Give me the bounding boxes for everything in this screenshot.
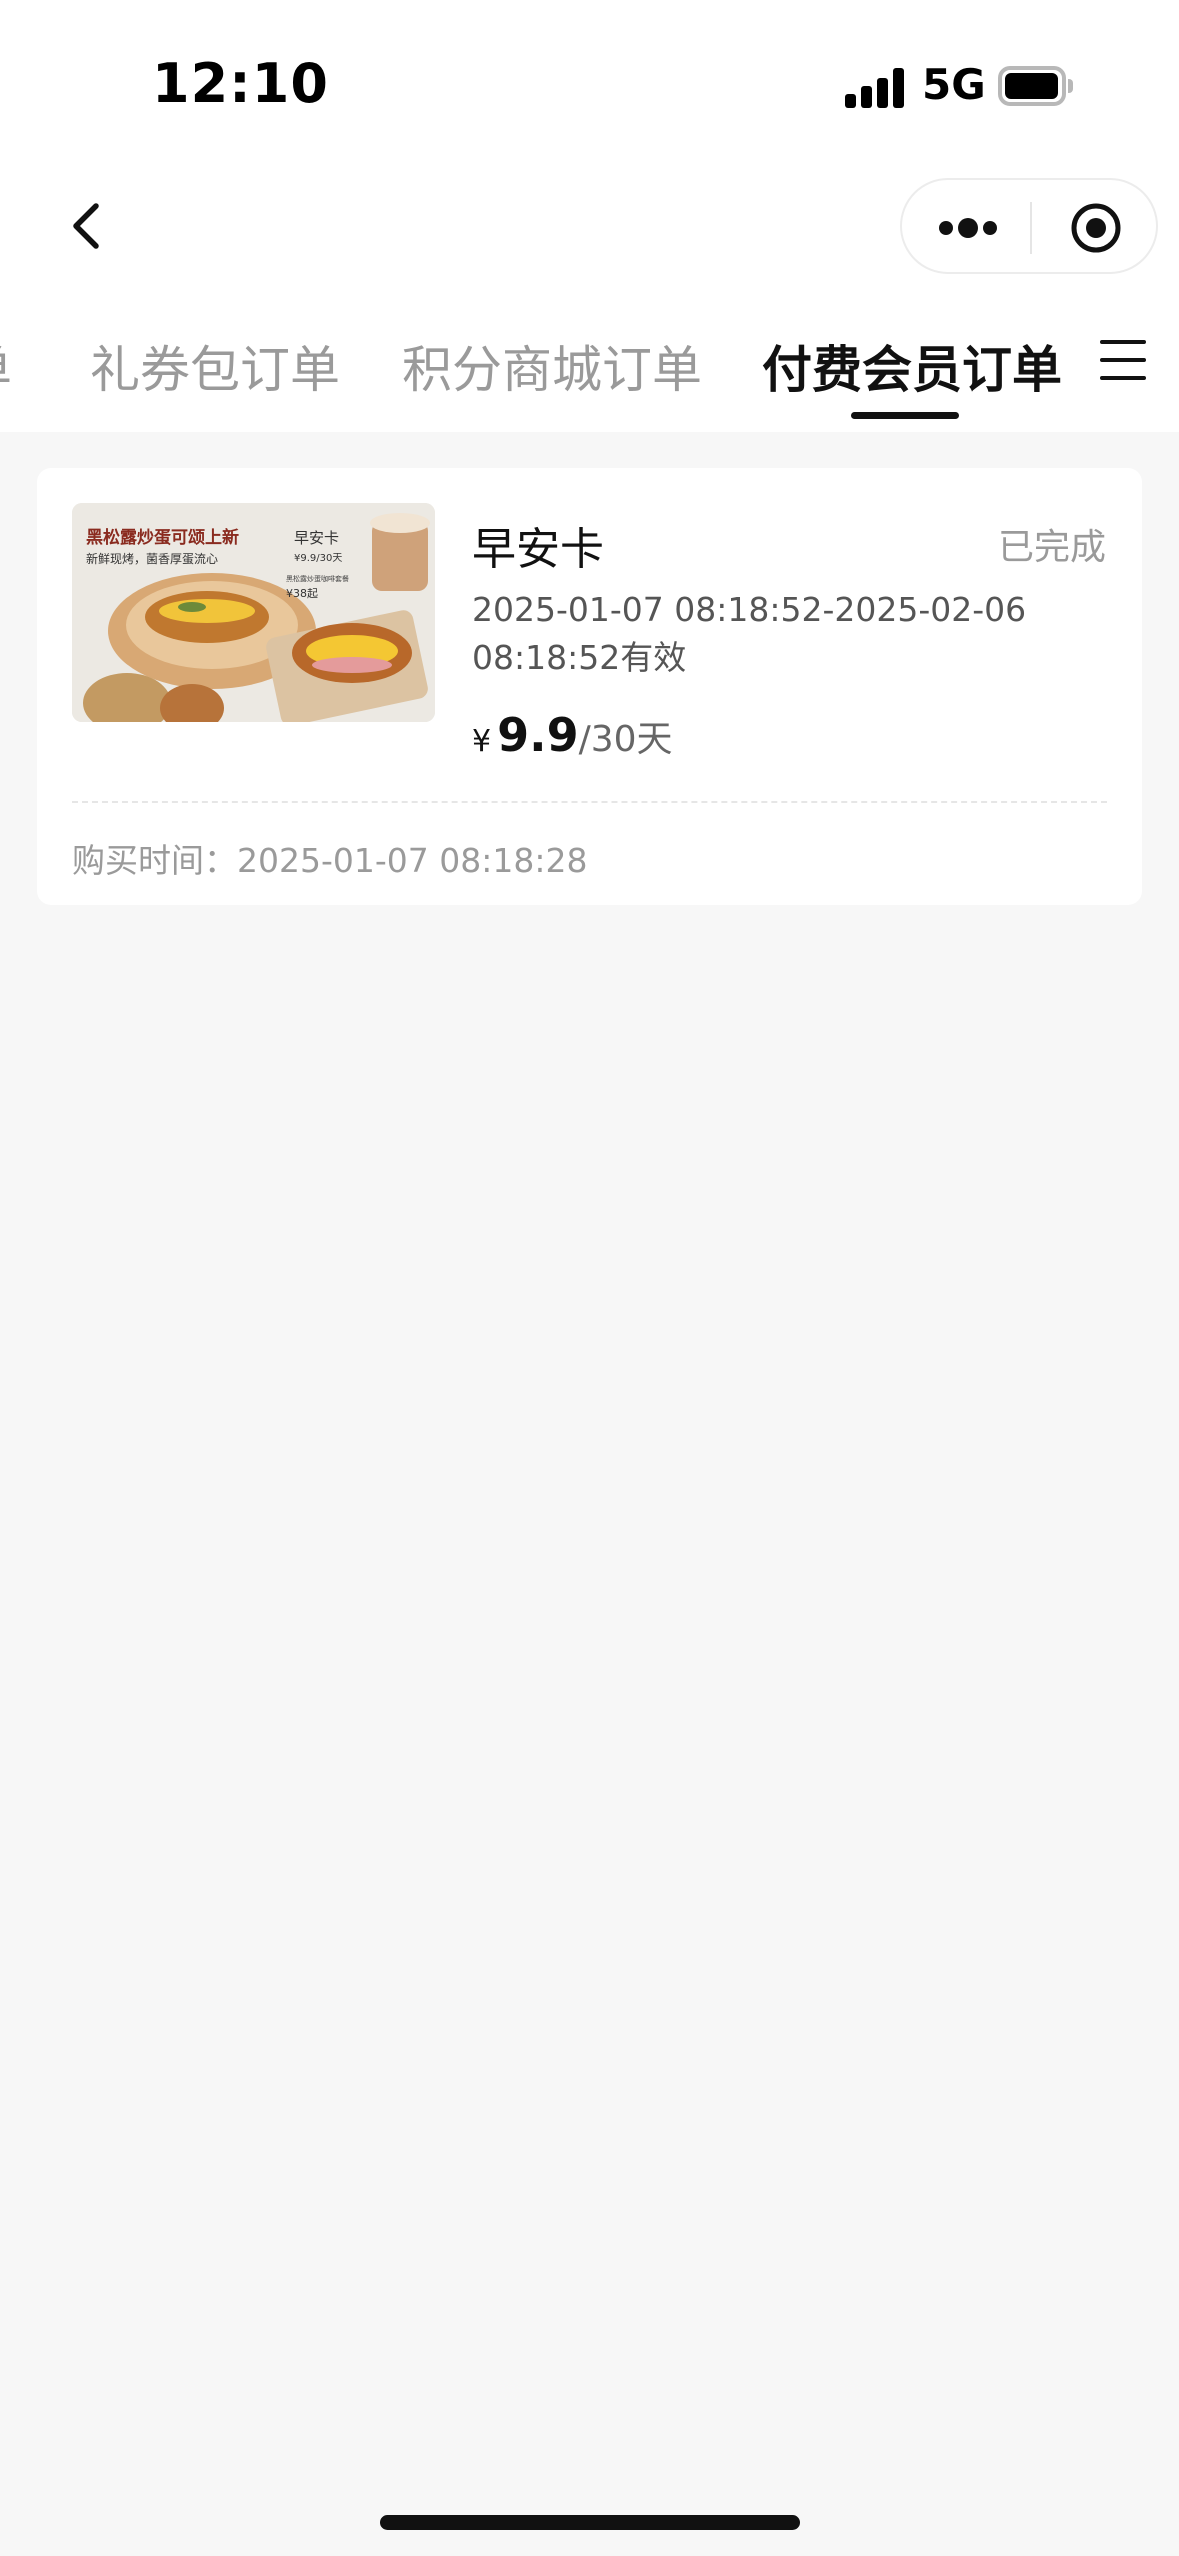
purchase-time-label: 购买时间：: [72, 841, 237, 880]
order-status: 已完成: [997, 527, 1106, 568]
status-time: 12:10: [152, 52, 329, 115]
capsule-divider: [1030, 202, 1032, 254]
tab-coupon-pack-orders[interactable]: 礼券包订单: [90, 330, 340, 402]
hamburger-menu-icon[interactable]: [1100, 340, 1146, 380]
image-headline: 黑松露炒蛋可颂上新: [86, 527, 239, 548]
nav-bar: [0, 170, 1179, 282]
order-title: 早安卡: [472, 524, 604, 575]
image-subline: 新鲜现烤，菌香厚蛋流心: [86, 551, 218, 566]
price-value: 9.9: [497, 708, 579, 762]
image-card-name: 早安卡: [294, 529, 339, 547]
chevron-left-icon[interactable]: [60, 198, 116, 254]
tab-paid-member-orders[interactable]: 付费会员订单: [762, 330, 1062, 402]
battery-icon: [998, 66, 1073, 106]
price-unit: /30天: [578, 719, 673, 760]
active-tab-indicator: [851, 412, 959, 419]
home-indicator: [380, 2515, 800, 2530]
target-circle-icon[interactable]: [1070, 202, 1122, 254]
image-card-price: ¥9.9/30天: [294, 553, 342, 564]
image-bundle-price: ¥38起: [286, 587, 318, 600]
card-divider: [72, 801, 1107, 803]
status-bar: 12:10 5G: [0, 0, 1179, 170]
price-symbol: ¥: [472, 724, 492, 759]
purchase-time-row: 购买时间：2025-01-07 08:18:28: [72, 834, 587, 882]
order-tabs: 单 礼券包订单 积分商城订单 付费会员订单: [0, 282, 1179, 432]
order-price: ¥9.9/30天: [472, 708, 673, 762]
tab-points-mall-orders[interactable]: 积分商城订单: [402, 330, 702, 402]
purchase-time-value: 2025-01-07 08:18:28: [237, 841, 588, 880]
product-image: 黑松露炒蛋可颂上新 新鲜现烤，菌香厚蛋流心 早安卡 ¥9.9/30天 黑松露炒蛋…: [72, 503, 435, 722]
network-type: 5G: [922, 60, 986, 109]
image-bundle-note: 黑松露炒蛋咖啡套餐: [286, 574, 349, 583]
order-card[interactable]: 黑松露炒蛋可颂上新 新鲜现烤，菌香厚蛋流心 早安卡 ¥9.9/30天 黑松露炒蛋…: [37, 468, 1142, 905]
signal-icon: [845, 68, 905, 108]
validity-period: 2025-01-07 08:18:52-2025-02-06 08:18:52有…: [472, 590, 1027, 677]
more-dots-icon[interactable]: [936, 206, 1056, 250]
tab-previous-partial[interactable]: 单: [0, 330, 12, 402]
mini-program-capsule: [900, 178, 1158, 274]
